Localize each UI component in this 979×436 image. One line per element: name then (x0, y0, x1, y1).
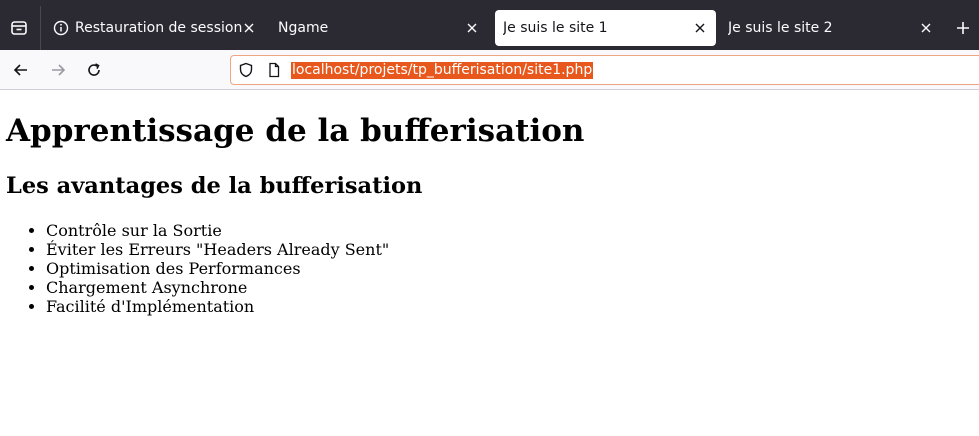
close-icon[interactable] (464, 20, 480, 36)
plus-icon (957, 22, 969, 34)
tab-list-icon (11, 21, 27, 35)
list-item: Optimisation des Performances (46, 259, 389, 278)
tab-label: Restauration de session (75, 20, 243, 36)
close-icon[interactable] (241, 20, 257, 36)
toolbar-divider (0, 89, 979, 90)
arrow-left-icon (13, 64, 27, 76)
address-bar[interactable]: localhost/projets/tp_bufferisation/site1… (230, 55, 979, 85)
close-icon[interactable] (918, 20, 934, 36)
tab-separator (40, 6, 41, 50)
navigation-toolbar: localhost/projets/tp_bufferisation/site1… (0, 50, 979, 90)
info-icon (53, 20, 69, 36)
page-title: Apprentissage de la bufferisation (6, 113, 585, 149)
list-item: Éviter les Erreurs "Headers Already Sent… (46, 240, 389, 259)
tab-site-2[interactable]: Je suis le site 2 (720, 10, 942, 46)
page-icon (266, 62, 282, 78)
reload-icon (88, 63, 100, 76)
list-item: Chargement Asynchrone (46, 278, 389, 297)
arrow-right-icon (52, 64, 66, 76)
tab-restauration-session[interactable]: Restauration de session (45, 10, 265, 46)
back-button[interactable] (7, 56, 35, 84)
advantages-list: Contrôle sur la Sortie Éviter les Erreur… (0, 221, 389, 316)
tab-list-button[interactable] (5, 11, 33, 45)
close-icon[interactable] (692, 20, 708, 36)
page-content: Apprentissage de la bufferisation Les av… (0, 91, 979, 436)
list-item: Contrôle sur la Sortie (46, 221, 389, 240)
page-subtitle: Les avantages de la bufferisation (6, 173, 423, 199)
tab-ngame[interactable]: Ngame (270, 10, 488, 46)
forward-button[interactable] (44, 56, 72, 84)
tab-bar: Restauration de session Ngame Je suis le… (0, 6, 979, 50)
tab-label: Ngame (278, 20, 329, 36)
shield-icon[interactable] (238, 62, 254, 78)
tab-site-1[interactable]: Je suis le site 1 (495, 10, 716, 46)
list-item: Facilité d'Implémentation (46, 297, 389, 316)
reload-button[interactable] (80, 56, 108, 84)
tab-label: Je suis le site 2 (728, 20, 833, 36)
new-tab-button[interactable] (950, 15, 976, 41)
tab-label: Je suis le site 1 (503, 20, 608, 36)
url-text[interactable]: localhost/projets/tp_bufferisation/site1… (291, 62, 594, 79)
